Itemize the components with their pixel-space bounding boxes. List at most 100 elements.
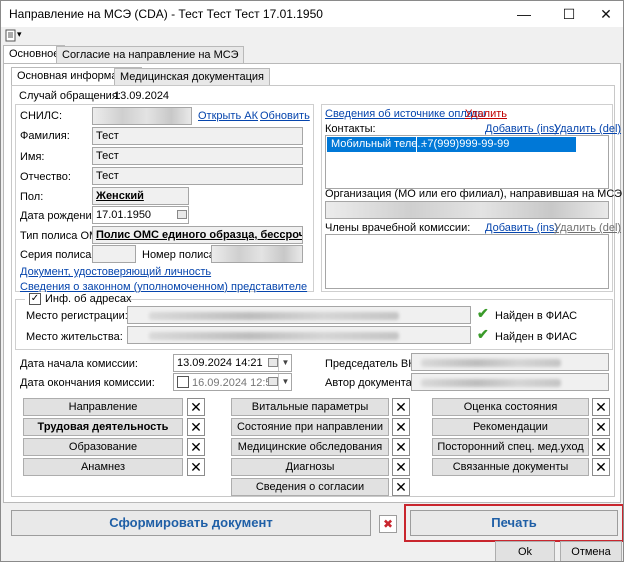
patronymic-field[interactable]: Тест — [92, 167, 303, 185]
document-icon[interactable] — [5, 29, 17, 45]
surname-label: Фамилия: — [20, 130, 70, 142]
gender-label: Пол: — [20, 191, 44, 203]
contacts-label: Контакты: — [325, 123, 376, 135]
commission-start-value: 13.09.2024 14:21 — [177, 357, 263, 369]
calendar-icon[interactable] — [177, 210, 187, 219]
delete-icon[interactable]: ✖ — [379, 515, 397, 533]
commission-table — [325, 234, 609, 289]
contact-type-cell: Мобильный теле... — [331, 138, 427, 150]
section-button-education[interactable]: Образование — [23, 438, 183, 456]
section-button-recommendations[interactable]: Рекомендации — [432, 418, 589, 436]
close-icon[interactable]: ✕ — [592, 418, 610, 436]
minimize-button[interactable]: — — [509, 3, 539, 25]
birth-label: Дата рождения: — [20, 210, 101, 222]
name-label: Имя: — [20, 151, 45, 163]
contacts-delete-link[interactable]: Удалить (del) — [554, 123, 621, 135]
check-icon: ✔ — [477, 326, 489, 342]
close-icon[interactable]: ✕ — [392, 418, 410, 436]
contact-value-cell: +7(999)999-99-99 — [421, 138, 510, 150]
commission-end-value: 16.09.2024 12:58 — [192, 377, 278, 389]
close-icon[interactable]: ✕ — [392, 458, 410, 476]
section-button-direction[interactable]: Направление — [23, 398, 183, 416]
commission-delete-link[interactable]: Удалить (del) — [554, 222, 621, 234]
author-redacted — [421, 379, 561, 387]
section-button-outside-care[interactable]: Посторонний спец. мед.уход — [432, 438, 589, 456]
close-icon[interactable]: ✕ — [187, 398, 205, 416]
commission-end-label: Дата окончания комиссии: — [20, 377, 155, 389]
birth-field[interactable]: 17.01.1950 — [92, 206, 189, 224]
chairman-label: Председатель ВК: — [325, 358, 418, 370]
close-icon[interactable]: ✕ — [187, 438, 205, 456]
generate-document-button[interactable]: Сформировать документ — [11, 510, 371, 536]
contacts-table: Мобильный теле... +7(999)999-99-99 — [325, 135, 609, 189]
close-icon[interactable]: ✕ — [392, 478, 410, 496]
birth-value: 17.01.1950 — [96, 209, 152, 221]
policy-number-label: Номер полиса: — [142, 249, 218, 261]
surname-field[interactable]: Тест — [92, 127, 303, 145]
section-button-condition[interactable]: Состояние при направлении — [231, 418, 389, 436]
addresses-caption: ✓ Инф. об адресах — [25, 292, 132, 306]
close-button[interactable]: ✕ — [591, 3, 621, 25]
section-button-exams[interactable]: Медицинские обследования — [231, 438, 389, 456]
close-icon[interactable]: ✕ — [392, 438, 410, 456]
column-divider — [416, 137, 417, 152]
payment-source-link[interactable]: Сведения об источнике оплаты — [325, 108, 486, 120]
section-button-diagnoses[interactable]: Диагнозы — [231, 458, 389, 476]
chairman-redacted — [421, 359, 561, 367]
residence-status: Найден в ФИАС — [495, 331, 578, 343]
policy-series-field[interactable] — [92, 245, 136, 263]
name-field[interactable]: Тест — [92, 147, 303, 165]
tab-medical-docs[interactable]: Медицинская документация — [114, 68, 270, 86]
payment-delete-link[interactable]: Удалить — [465, 108, 507, 120]
calendar-icon[interactable] — [268, 377, 278, 386]
ok-button[interactable]: Ok — [495, 541, 555, 561]
tab-consent[interactable]: Согласие на направление на МСЭ — [56, 46, 245, 64]
chevron-down-icon[interactable]: ▼ — [278, 374, 292, 390]
section-button-vitals[interactable]: Витальные параметры — [231, 398, 389, 416]
addresses-checkbox[interactable]: ✓ — [29, 293, 41, 305]
section-button-consent-info[interactable]: Сведения о согласии — [231, 478, 389, 496]
visit-label: Случай обращения: — [19, 90, 121, 102]
commission-label: Члены врачебной комиссии: — [325, 222, 471, 234]
snils-field[interactable] — [92, 107, 192, 125]
close-icon[interactable]: ✕ — [187, 418, 205, 436]
open-ak-link[interactable]: Открыть АК — [198, 110, 258, 122]
chevron-down-icon[interactable]: ▾ — [17, 29, 22, 40]
organization-field[interactable] — [325, 201, 609, 219]
commission-start-label: Дата начала комиссии: — [20, 358, 138, 370]
id-document-link[interactable]: Документ, удостоверяющий личность — [20, 266, 211, 278]
close-icon[interactable]: ✕ — [592, 458, 610, 476]
section-button-related-docs[interactable]: Связанные документы — [432, 458, 589, 476]
close-icon[interactable]: ✕ — [592, 398, 610, 416]
close-icon[interactable]: ✕ — [592, 438, 610, 456]
patronymic-label: Отчество: — [20, 171, 71, 183]
table-row[interactable]: Мобильный теле... +7(999)999-99-99 — [327, 137, 576, 152]
residence-label: Место жительства: — [26, 331, 123, 343]
policy-type-field[interactable]: Полис ОМС единого образца, бессрочный — [92, 226, 303, 244]
print-button[interactable]: Печать — [410, 510, 618, 536]
contacts-add-link[interactable]: Добавить (ins) — [485, 123, 558, 135]
cancel-button[interactable]: Отмена — [560, 541, 622, 561]
gender-field[interactable]: Женский — [92, 187, 189, 205]
calendar-icon[interactable] — [268, 358, 278, 367]
toolbar: ▾ — [1, 27, 623, 43]
section-button-assessment[interactable]: Оценка состояния — [432, 398, 589, 416]
addresses-checkbox-label: Инф. об адресах — [45, 293, 132, 305]
registration-redacted — [149, 312, 399, 320]
dialog-window: Направление на МСЭ (CDA) - Тест Тест Тес… — [0, 0, 624, 562]
close-icon[interactable]: ✕ — [187, 458, 205, 476]
maximize-button[interactable]: ☐ — [554, 3, 584, 25]
chevron-down-icon[interactable]: ▼ — [278, 355, 292, 371]
check-icon: ✔ — [477, 305, 489, 321]
commission-add-link[interactable]: Добавить (ins) — [485, 222, 558, 234]
close-icon[interactable]: ✕ — [392, 398, 410, 416]
commission-end-checkbox[interactable] — [177, 376, 189, 388]
refresh-link[interactable]: Обновить — [260, 110, 310, 122]
section-button-anamnesis[interactable]: Анамнез — [23, 458, 183, 476]
policy-number-field[interactable] — [211, 245, 303, 263]
section-button-work[interactable]: Трудовая деятельность — [23, 418, 183, 436]
registration-label: Место регистрации: — [26, 310, 128, 322]
registration-status: Найден в ФИАС — [495, 310, 578, 322]
organization-label: Организация (МО или его филиал), направи… — [325, 188, 624, 200]
snils-label: СНИЛС: — [20, 110, 63, 122]
